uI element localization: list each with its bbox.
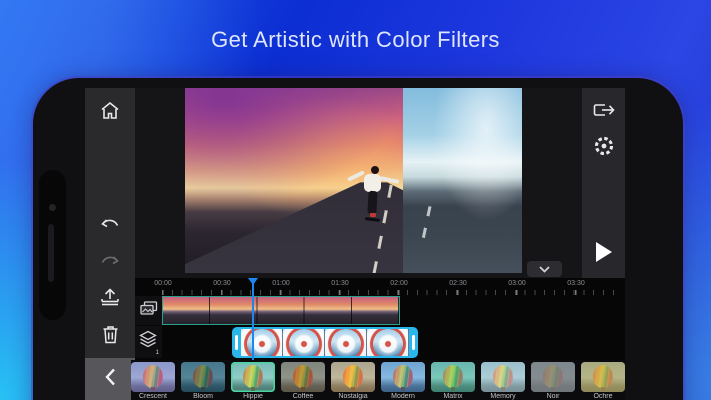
phone-notch — [39, 170, 66, 320]
playhead[interactable] — [252, 278, 254, 360]
filter-tint-overlay — [531, 362, 575, 392]
filter-item[interactable]: Bloom — [181, 362, 225, 400]
filter-item[interactable]: Noir — [531, 362, 575, 400]
filter-name: Coffee — [281, 393, 325, 400]
collapse-preview-button[interactable] — [527, 261, 562, 277]
filter-thumbnail — [581, 362, 625, 392]
filter-name: Memory — [481, 393, 525, 400]
filter-tint-overlay — [231, 362, 275, 392]
filter-thumbnail — [231, 362, 275, 392]
skater-figure — [345, 166, 405, 244]
filter-thumbnail — [531, 362, 575, 392]
filter-item[interactable]: Modern — [381, 362, 425, 400]
timestamp: 03:30 — [567, 280, 585, 287]
app-screenshot: Get Artistic with Color Filters — [0, 0, 711, 400]
filter-thumbnail — [381, 362, 425, 392]
timestamp: 02:00 — [390, 280, 408, 287]
filter-thumbnail — [131, 362, 175, 392]
filter-tint-overlay — [181, 362, 225, 392]
filter-tint-overlay — [581, 362, 625, 392]
filter-tint-overlay — [481, 362, 525, 392]
play-button[interactable] — [582, 238, 625, 270]
filter-compare-region — [403, 88, 522, 273]
filter-thumbnail — [181, 362, 225, 392]
filter-name: Matrix — [431, 393, 475, 400]
filter-tint-overlay — [331, 362, 375, 392]
filter-name: Noir — [531, 393, 575, 400]
camera-icon — [49, 204, 56, 211]
collapse-toolbar-button[interactable] — [85, 358, 135, 400]
timestamp: 02:30 — [449, 280, 467, 287]
filter-tint-overlay — [431, 362, 475, 392]
timestamp: 01:00 — [272, 280, 290, 287]
timestamp: 00:30 — [213, 280, 231, 287]
timestamp: 00:00 — [154, 280, 172, 287]
clip-trim-handle-right[interactable] — [412, 335, 415, 350]
export-arrow-icon — [593, 102, 615, 123]
video-track-icon — [140, 301, 158, 321]
left-toolbar — [85, 88, 135, 400]
filter-name: Crescent — [131, 393, 175, 400]
video-clip-strip[interactable] — [162, 296, 400, 325]
timeline-ruler[interactable]: 00:00 00:30 01:00 01:30 02:00 02:30 03:0… — [135, 278, 625, 295]
play-icon — [595, 241, 613, 268]
undo-button[interactable] — [85, 206, 135, 240]
filter-thumbnail — [481, 362, 525, 392]
upload-icon — [100, 288, 120, 306]
filter-item[interactable]: Coffee — [281, 362, 325, 400]
filter-tint-overlay — [381, 362, 425, 392]
filter-name: Nostalgia — [331, 393, 375, 400]
filter-picker-strip: Crescent Bloom Hippie Coffee Nostalgia — [131, 360, 625, 400]
redo-button[interactable] — [85, 243, 135, 277]
gear-icon — [593, 135, 615, 162]
overlay-track-header[interactable]: 1 — [135, 326, 162, 358]
filter-item[interactable]: Crescent — [131, 362, 175, 400]
filter-item-selected[interactable]: Hippie — [231, 362, 275, 400]
filter-thumbnail — [431, 362, 475, 392]
filter-name: Hippie — [231, 393, 275, 400]
timestamp: 03:00 — [508, 280, 526, 287]
ruler-ticks — [162, 290, 622, 295]
delete-button[interactable] — [85, 317, 135, 351]
preview-area — [135, 88, 582, 278]
filter-tint-overlay — [131, 362, 175, 392]
filter-item[interactable]: Matrix — [431, 362, 475, 400]
right-toolbar — [582, 88, 625, 278]
track-badge: 1 — [156, 350, 159, 356]
produce-share-button[interactable] — [582, 96, 625, 128]
filter-name: Bloom — [181, 393, 225, 400]
selected-filter-clip[interactable] — [232, 327, 418, 358]
editor-screen: 00:00 00:30 01:00 01:30 02:00 02:30 03:0… — [85, 88, 625, 400]
settings-button[interactable] — [582, 132, 625, 164]
clip-trim-handle-left[interactable] — [235, 335, 238, 350]
timestamp: 01:30 — [331, 280, 349, 287]
video-preview[interactable] — [185, 88, 522, 273]
chevron-down-icon — [539, 260, 550, 278]
timeline: 00:00 00:30 01:00 01:30 02:00 02:30 03:0… — [135, 278, 625, 400]
filter-name: Modern — [381, 393, 425, 400]
banner-title: Get Artistic with Color Filters — [0, 27, 711, 53]
filter-item[interactable]: Ochre — [581, 362, 625, 400]
export-project-button[interactable] — [85, 280, 135, 314]
filter-thumbnail — [281, 362, 325, 392]
home-button[interactable] — [85, 93, 135, 127]
filter-item[interactable]: Nostalgia — [331, 362, 375, 400]
undo-icon — [100, 217, 120, 230]
filter-clip-thumbnails — [241, 329, 409, 356]
filter-thumbnail — [331, 362, 375, 392]
video-track-header[interactable] — [135, 296, 162, 325]
redo-icon — [100, 254, 120, 267]
filter-tint-overlay — [281, 362, 325, 392]
filter-name: Ochre — [581, 393, 625, 400]
home-icon — [100, 101, 120, 120]
speaker-slot — [48, 224, 54, 282]
chevron-left-icon — [105, 368, 116, 391]
filter-item[interactable]: Memory — [481, 362, 525, 400]
trash-icon — [102, 325, 119, 344]
